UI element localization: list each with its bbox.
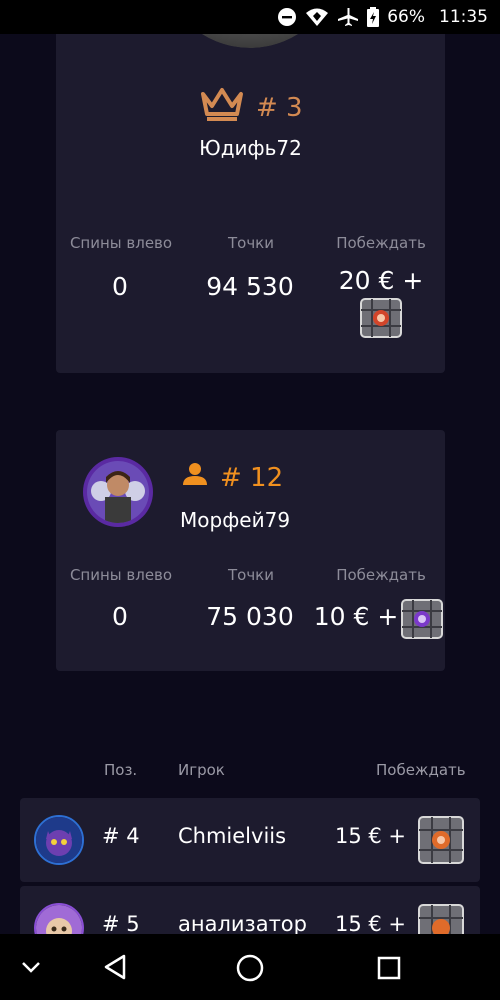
mystery-box-icon	[400, 598, 444, 640]
back-button[interactable]	[100, 952, 130, 982]
row-win-value: 15 € +	[334, 824, 406, 848]
mystery-box-icon	[358, 296, 404, 340]
leader-card: # 3 Юдифь72 Спины влево Точки Побеждать …	[56, 34, 445, 373]
do-not-disturb-icon	[277, 7, 297, 27]
rank-line: # 12	[182, 462, 283, 493]
row-win-value: 15 € +	[334, 912, 406, 934]
avatar	[34, 815, 84, 865]
mystery-box-icon	[416, 814, 466, 866]
points-label: Точки	[227, 234, 274, 252]
battery-icon	[367, 7, 380, 27]
battery-percent: 66%	[387, 7, 425, 27]
home-button[interactable]	[234, 952, 266, 984]
column-header-win: Побеждать	[376, 761, 466, 779]
row-position: # 4	[102, 824, 140, 848]
row-player-name: Chmielviis	[178, 824, 287, 848]
prize-wheel-image	[160, 34, 340, 48]
clock: 11:35	[439, 7, 488, 27]
player-name: Юдифь72	[199, 136, 302, 160]
recents-button[interactable]	[374, 953, 404, 983]
airplane-mode-icon	[337, 7, 359, 27]
points-label: Точки	[227, 566, 274, 584]
avatar	[83, 457, 153, 527]
win-label: Побеждать	[336, 234, 426, 252]
column-header-position: Поз.	[104, 761, 138, 779]
avatar	[34, 903, 84, 934]
points-value: 94 530	[206, 272, 294, 301]
rank-number: # 12	[220, 462, 284, 493]
wifi-icon	[305, 7, 329, 27]
user-icon	[182, 462, 208, 493]
mystery-box-icon	[416, 902, 466, 934]
rank-number: # 3	[256, 92, 303, 123]
status-bar: 66% 11:35	[0, 0, 500, 34]
spins-left-label: Спины влево	[69, 234, 173, 252]
player-name: Морфей79	[180, 508, 291, 532]
my-position-card: # 12 Морфей79 Спины влево Точки Побеждат…	[56, 430, 445, 671]
win-value: 10 € +	[313, 602, 399, 631]
column-header-player: Игрок	[178, 761, 225, 779]
row-position: # 5	[102, 912, 140, 934]
rank-line: # 3	[200, 86, 303, 129]
leaderboard-row[interactable]: # 5 анализатор 15 € +	[20, 886, 480, 934]
points-value: 75 030	[206, 602, 294, 631]
crown-icon	[200, 86, 244, 129]
spins-left-value: 0	[112, 602, 128, 631]
row-player-name: анализатор	[178, 912, 307, 934]
system-navigation-bar	[0, 934, 500, 1000]
spins-left-label: Спины влево	[69, 566, 173, 584]
chevron-down-icon[interactable]	[18, 954, 44, 980]
win-label: Побеждать	[336, 566, 426, 584]
leaderboard-row[interactable]: # 4 Chmielviis 15 € +	[20, 798, 480, 882]
spins-left-value: 0	[112, 272, 128, 301]
leaderboard-scroll-area[interactable]: # 3 Юдифь72 Спины влево Точки Побеждать …	[0, 34, 500, 934]
win-value: 20 € +	[338, 266, 424, 295]
